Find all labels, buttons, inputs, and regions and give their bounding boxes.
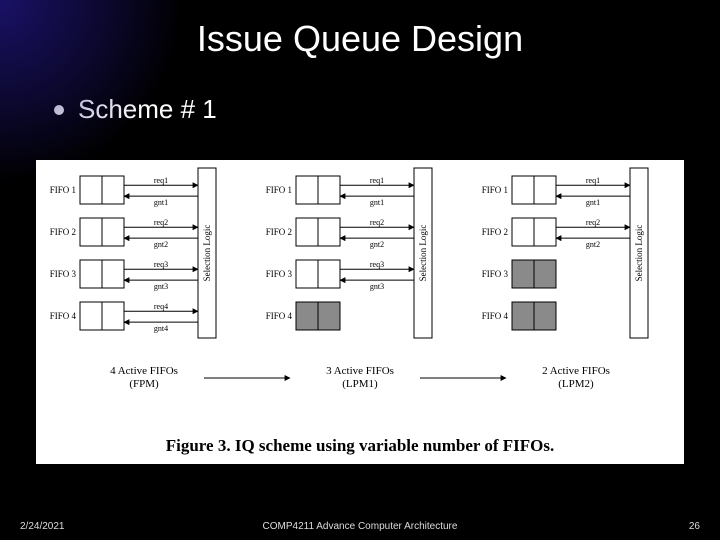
svg-text:req4: req4 (154, 302, 168, 311)
figure-svg: FIFO 1 req1 gnt1 FIFO 2 req2 gnt2 FIFO 3 req3 gn… (36, 160, 684, 430)
svg-text:FIFO 4: FIFO 4 (482, 311, 509, 321)
svg-text:gnt2: gnt2 (586, 240, 600, 249)
svg-text:Selection Logic: Selection Logic (418, 225, 428, 282)
svg-text:req2: req2 (370, 218, 384, 227)
svg-text:(LPM2): (LPM2) (558, 378, 594, 390)
figure-caption: Figure 3. IQ scheme using variable numbe… (36, 430, 684, 456)
svg-text:req2: req2 (586, 218, 600, 227)
svg-text:(FPM): (FPM) (129, 378, 159, 390)
svg-text:FIFO 2: FIFO 2 (482, 227, 508, 237)
svg-text:req3: req3 (154, 260, 168, 269)
svg-text:FIFO 2: FIFO 2 (266, 227, 292, 237)
bullet-row: Scheme # 1 (0, 60, 720, 125)
svg-text:FIFO 3: FIFO 3 (266, 269, 293, 279)
svg-text:Selection Logic: Selection Logic (634, 225, 644, 282)
svg-text:gnt1: gnt1 (586, 198, 600, 207)
svg-text:gnt1: gnt1 (154, 198, 168, 207)
svg-text:FIFO 1: FIFO 1 (266, 185, 292, 195)
svg-text:req2: req2 (154, 218, 168, 227)
svg-text:Selection Logic: Selection Logic (202, 225, 212, 282)
slide-title: Issue Queue Design (0, 0, 720, 60)
bullet-text: Scheme # 1 (78, 94, 217, 125)
svg-text:gnt1: gnt1 (370, 198, 384, 207)
svg-text:req1: req1 (370, 176, 384, 185)
svg-text:FIFO 4: FIFO 4 (50, 311, 77, 321)
svg-text:FIFO 2: FIFO 2 (50, 227, 76, 237)
svg-text:gnt4: gnt4 (154, 324, 168, 333)
svg-text:3 Active FIFOs: 3 Active FIFOs (326, 365, 394, 377)
svg-text:req3: req3 (370, 260, 384, 269)
svg-text:req1: req1 (154, 176, 168, 185)
svg-text:gnt2: gnt2 (154, 240, 168, 249)
svg-text:(LPM1): (LPM1) (342, 378, 378, 390)
figure: FIFO 1 req1 gnt1 FIFO 2 req2 gnt2 FIFO 3 req3 gn… (36, 160, 684, 464)
footer-center: COMP4211 Advance Computer Architecture (0, 521, 720, 532)
bullet-icon (54, 105, 64, 115)
svg-text:FIFO 3: FIFO 3 (482, 269, 509, 279)
svg-text:2 Active FIFOs: 2 Active FIFOs (542, 365, 610, 377)
slide: Issue Queue Design Scheme # 1 FIFO 1 req1… (0, 0, 720, 540)
svg-text:gnt3: gnt3 (370, 282, 384, 291)
footer: 2/24/2021 COMP4211 Advance Computer Arch… (0, 521, 720, 532)
svg-text:FIFO 4: FIFO 4 (266, 311, 293, 321)
svg-text:4 Active FIFOs: 4 Active FIFOs (110, 365, 178, 377)
svg-text:gnt3: gnt3 (154, 282, 168, 291)
svg-text:FIFO 1: FIFO 1 (482, 185, 508, 195)
svg-text:req1: req1 (586, 176, 600, 185)
svg-text:FIFO 1: FIFO 1 (50, 185, 76, 195)
svg-text:gnt2: gnt2 (370, 240, 384, 249)
svg-text:FIFO 3: FIFO 3 (50, 269, 77, 279)
